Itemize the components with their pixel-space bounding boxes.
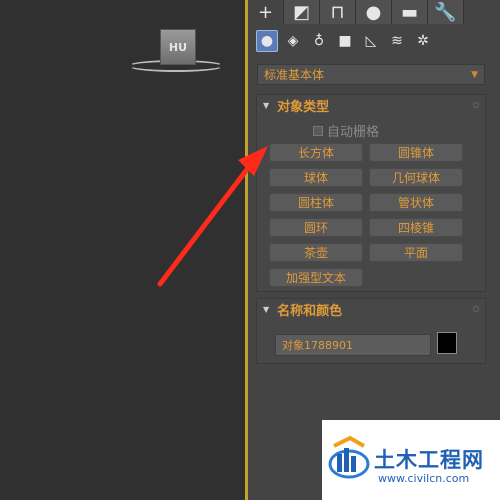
lights-icon[interactable]: ♁	[308, 30, 330, 52]
autogrid-checkbox[interactable]: 自动栅格	[313, 121, 379, 140]
object-type-button[interactable]: 四棱锥	[369, 218, 463, 237]
object-type-button[interactable]: 长方体	[269, 143, 363, 162]
object-type-button[interactable]: 球体	[269, 168, 363, 187]
name-color-title: 名称和颜色	[277, 303, 343, 319]
collapse-triangle-icon: ▼	[263, 304, 270, 314]
object-type-button[interactable]: 圆锥体	[369, 143, 463, 162]
cameras-icon[interactable]: ■	[334, 30, 356, 52]
name-color-rollout: ▼ 名称和颜色 对象1788901	[256, 298, 486, 364]
geometry-icon[interactable]: ●	[256, 30, 278, 52]
chevron-down-icon: ▼	[471, 69, 478, 80]
object-type-rollout: ▼ 对象类型 自动栅格 长方体 圆锥体 球体 几何球体 圆柱体 管状体 圆环 四棱锥 茶壶 平面加…	[256, 94, 486, 292]
collapse-triangle-icon: ▼	[263, 100, 270, 110]
object-color-swatch[interactable]	[437, 332, 457, 354]
rollout-grip-icon	[473, 102, 479, 108]
command-panel-tabs: + ◩ ⊓ ● ▬ 🔧	[248, 0, 500, 24]
rollout-grip-icon	[473, 306, 479, 312]
object-type-button[interactable]: 加强型文本	[269, 268, 363, 287]
category-dropdown-value: 标准基本体	[264, 68, 325, 82]
category-dropdown[interactable]: 标准基本体 ▼	[257, 64, 485, 85]
object-type-button[interactable]: 平面	[369, 243, 463, 262]
object-type-button[interactable]: 茶壶	[269, 243, 363, 262]
object-type-title: 对象类型	[277, 99, 330, 115]
create-category-tabs: ● ◈ ♁ ■ ◺ ≋ ✲	[256, 30, 434, 54]
watermark-url: www.civilcn.com	[378, 472, 470, 485]
hierarchy-tab[interactable]: ⊓	[320, 0, 356, 24]
utilities-tab[interactable]: 🔧	[428, 0, 464, 24]
object-type-rollout-header[interactable]: ▼ 对象类型	[257, 95, 485, 115]
object-type-button[interactable]: 圆柱体	[269, 193, 363, 212]
autogrid-box-icon	[313, 125, 323, 136]
name-color-rollout-header[interactable]: ▼ 名称和颜色	[257, 299, 485, 319]
viewcube[interactable]: HU	[160, 29, 196, 65]
watermark-title: 土木工程网	[374, 448, 484, 472]
watermark: 土木工程网 www.civilcn.com	[322, 420, 500, 500]
display-tab[interactable]: ▬	[392, 0, 428, 24]
helpers-icon[interactable]: ◺	[360, 30, 382, 52]
create-tab[interactable]: +	[248, 0, 284, 24]
autogrid-label: 自动栅格	[327, 125, 380, 140]
motion-tab[interactable]: ●	[356, 0, 392, 24]
object-type-button[interactable]: 圆环	[269, 218, 363, 237]
space-warps-icon[interactable]: ≋	[386, 30, 408, 52]
object-name-field[interactable]: 对象1788901	[275, 334, 431, 356]
shapes-icon[interactable]: ◈	[282, 30, 304, 52]
object-type-button[interactable]: 管状体	[369, 193, 463, 212]
civilcn-logo-icon	[328, 435, 370, 479]
viewport[interactable]: HU	[0, 0, 246, 500]
modify-tab[interactable]: ◩	[284, 0, 320, 24]
object-type-button[interactable]: 几何球体	[369, 168, 463, 187]
systems-icon[interactable]: ✲	[412, 30, 434, 52]
